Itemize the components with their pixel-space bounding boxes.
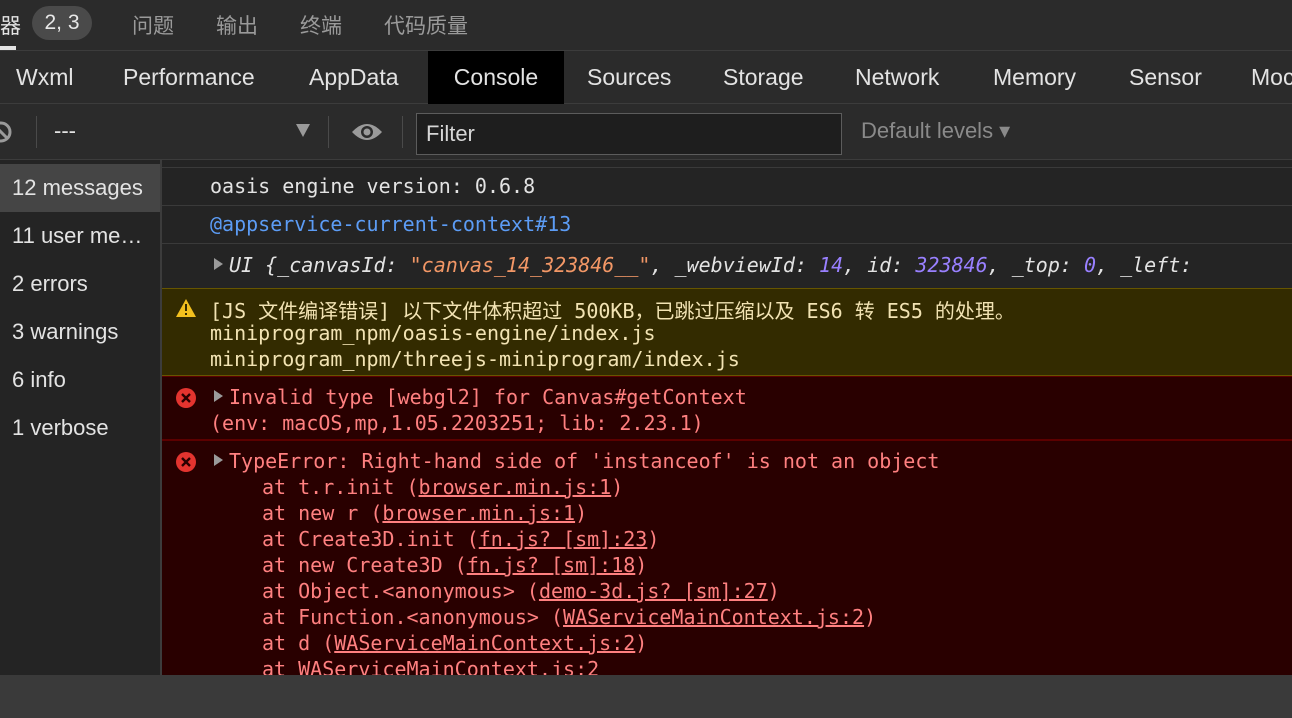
stack-frame: at Function.<anonymous> (WAServiceMainCo… bbox=[262, 605, 877, 629]
expand-triangle-icon[interactable] bbox=[214, 258, 223, 270]
chevron-down-icon[interactable] bbox=[296, 124, 310, 137]
tab-network[interactable]: Network bbox=[855, 51, 939, 104]
source-link[interactable]: fn.js? [sm]:18 bbox=[467, 553, 636, 577]
object-log[interactable]: UI {_canvasId: "canvas_14_323846__", _we… bbox=[214, 253, 1204, 277]
stack-frame: at d (WAServiceMainContext.js:2) bbox=[262, 631, 648, 655]
context-selector[interactable]: --- bbox=[54, 118, 76, 144]
source-link[interactable]: fn.js? [sm]:23 bbox=[479, 527, 648, 551]
tab-console[interactable]: Console bbox=[428, 51, 564, 104]
toolbar-separator bbox=[328, 116, 329, 148]
devtools-tabs: Wxml Performance AppData Console Sources… bbox=[0, 50, 1292, 104]
console-messages: oasis engine version: 0.6.8 @appservice-… bbox=[162, 160, 1292, 675]
sidebar-item-errors[interactable]: 2 errors bbox=[0, 260, 160, 308]
expand-triangle-icon[interactable] bbox=[214, 454, 223, 466]
tab-wxml[interactable]: Wxml bbox=[16, 51, 73, 104]
stack-frame: at Object.<anonymous> (demo-3d.js? [sm]:… bbox=[262, 579, 780, 603]
console-sidebar: 12 messages 11 user me… 2 errors 3 warni… bbox=[0, 160, 162, 675]
list-item: oasis engine version: 0.6.8 bbox=[162, 168, 1292, 206]
error-icon bbox=[176, 452, 196, 472]
console-toolbar: --- Default levels ▾ bbox=[0, 104, 1292, 160]
error-title[interactable]: TypeError: Right-hand side of 'instanceo… bbox=[214, 449, 939, 473]
tab-performance[interactable]: Performance bbox=[123, 51, 255, 104]
problems-count-badge: 2, 3 bbox=[32, 6, 92, 40]
expand-triangle-icon[interactable] bbox=[214, 390, 223, 402]
eye-icon[interactable] bbox=[350, 121, 384, 143]
sidebar-item-user-messages[interactable]: 11 user me… bbox=[0, 212, 160, 260]
sidebar-item-verbose[interactable]: 1 verbose bbox=[0, 404, 160, 452]
log-text: oasis engine version: 0.6.8 bbox=[210, 174, 536, 198]
toolbar-separator bbox=[402, 116, 403, 148]
warning-message: [JS 文件编译错误] 以下文件体积超过 500KB，已跳过压缩以及 ES6 转… bbox=[162, 288, 1292, 376]
error-title[interactable]: Invalid type [webgl2] for Canvas#getCont… bbox=[214, 385, 747, 409]
panel-tab-terminal[interactable]: 终端 bbox=[300, 10, 342, 40]
tab-sources[interactable]: Sources bbox=[587, 51, 671, 104]
stack-frame: at new r (browser.min.js:1) bbox=[262, 501, 588, 525]
list-item: @appservice-current-context#13 bbox=[162, 206, 1292, 244]
source-link[interactable]: demo-3d.js? [sm]:27 bbox=[539, 579, 768, 603]
sidebar-item-info[interactable]: 6 info bbox=[0, 356, 160, 404]
sidebar-item-messages[interactable]: 12 messages bbox=[0, 164, 160, 212]
tab-mock[interactable]: Mock bbox=[1251, 51, 1292, 104]
source-link[interactable]: WAServiceMainContext.js:2 bbox=[334, 631, 635, 655]
panel-tab-fragment[interactable]: 器 bbox=[0, 10, 21, 40]
source-link[interactable]: browser.min.js:1 bbox=[382, 501, 575, 525]
error-message: Invalid type [webgl2] for Canvas#getCont… bbox=[162, 376, 1292, 440]
toolbar-separator bbox=[36, 116, 37, 148]
stack-frame: at t.r.init (browser.min.js:1) bbox=[262, 475, 624, 499]
error-env: (env: macOS,mp,1.05.2203251; lib: 2.23.1… bbox=[210, 411, 704, 435]
source-link[interactable]: browser.min.js:1 bbox=[419, 475, 612, 499]
warning-line-1: [JS 文件编译错误] 以下文件体积超过 500KB，已跳过压缩以及 ES6 转… bbox=[210, 299, 1015, 323]
tab-memory[interactable]: Memory bbox=[993, 51, 1076, 104]
tab-storage[interactable]: Storage bbox=[723, 51, 804, 104]
sidebar-item-warnings[interactable]: 3 warnings bbox=[0, 308, 160, 356]
tab-sensor[interactable]: Sensor bbox=[1129, 51, 1202, 104]
stack-frame: at WAServiceMainContext.js:2 bbox=[262, 657, 600, 675]
filter-input[interactable] bbox=[416, 113, 842, 155]
stack-frame: at new Create3D (fn.js? [sm]:18) bbox=[262, 553, 648, 577]
log-levels-dropdown[interactable]: Default levels ▾ bbox=[861, 118, 1010, 144]
panel-tab-code-quality[interactable]: 代码质量 bbox=[384, 10, 468, 40]
source-link[interactable]: WAServiceMainContext.js:2 bbox=[563, 605, 864, 629]
panel-tab-problems[interactable]: 问题 bbox=[132, 10, 174, 40]
tab-appdata[interactable]: AppData bbox=[309, 51, 399, 104]
warning-line-2: miniprogram_npm/oasis-engine/index.js bbox=[210, 321, 656, 345]
warning-icon bbox=[176, 299, 196, 317]
clear-console-icon[interactable] bbox=[0, 120, 14, 144]
error-icon bbox=[176, 388, 196, 408]
error-message: TypeError: Right-hand side of 'instanceo… bbox=[162, 440, 1292, 675]
list-item: UI {_canvasId: "canvas_14_323846__", _we… bbox=[162, 244, 1292, 288]
stack-frame: at Create3D.init (fn.js? [sm]:23) bbox=[262, 527, 660, 551]
warning-line-3: miniprogram_npm/threejs-miniprogram/inde… bbox=[210, 347, 740, 371]
list-item bbox=[162, 160, 1292, 168]
panel-tabs-bar: 器 2, 3 问题 输出 终端 代码质量 bbox=[0, 0, 1292, 50]
status-bar bbox=[0, 675, 1292, 718]
panel-tab-output[interactable]: 输出 bbox=[216, 10, 258, 40]
context-link[interactable]: @appservice-current-context#13 bbox=[210, 212, 571, 236]
